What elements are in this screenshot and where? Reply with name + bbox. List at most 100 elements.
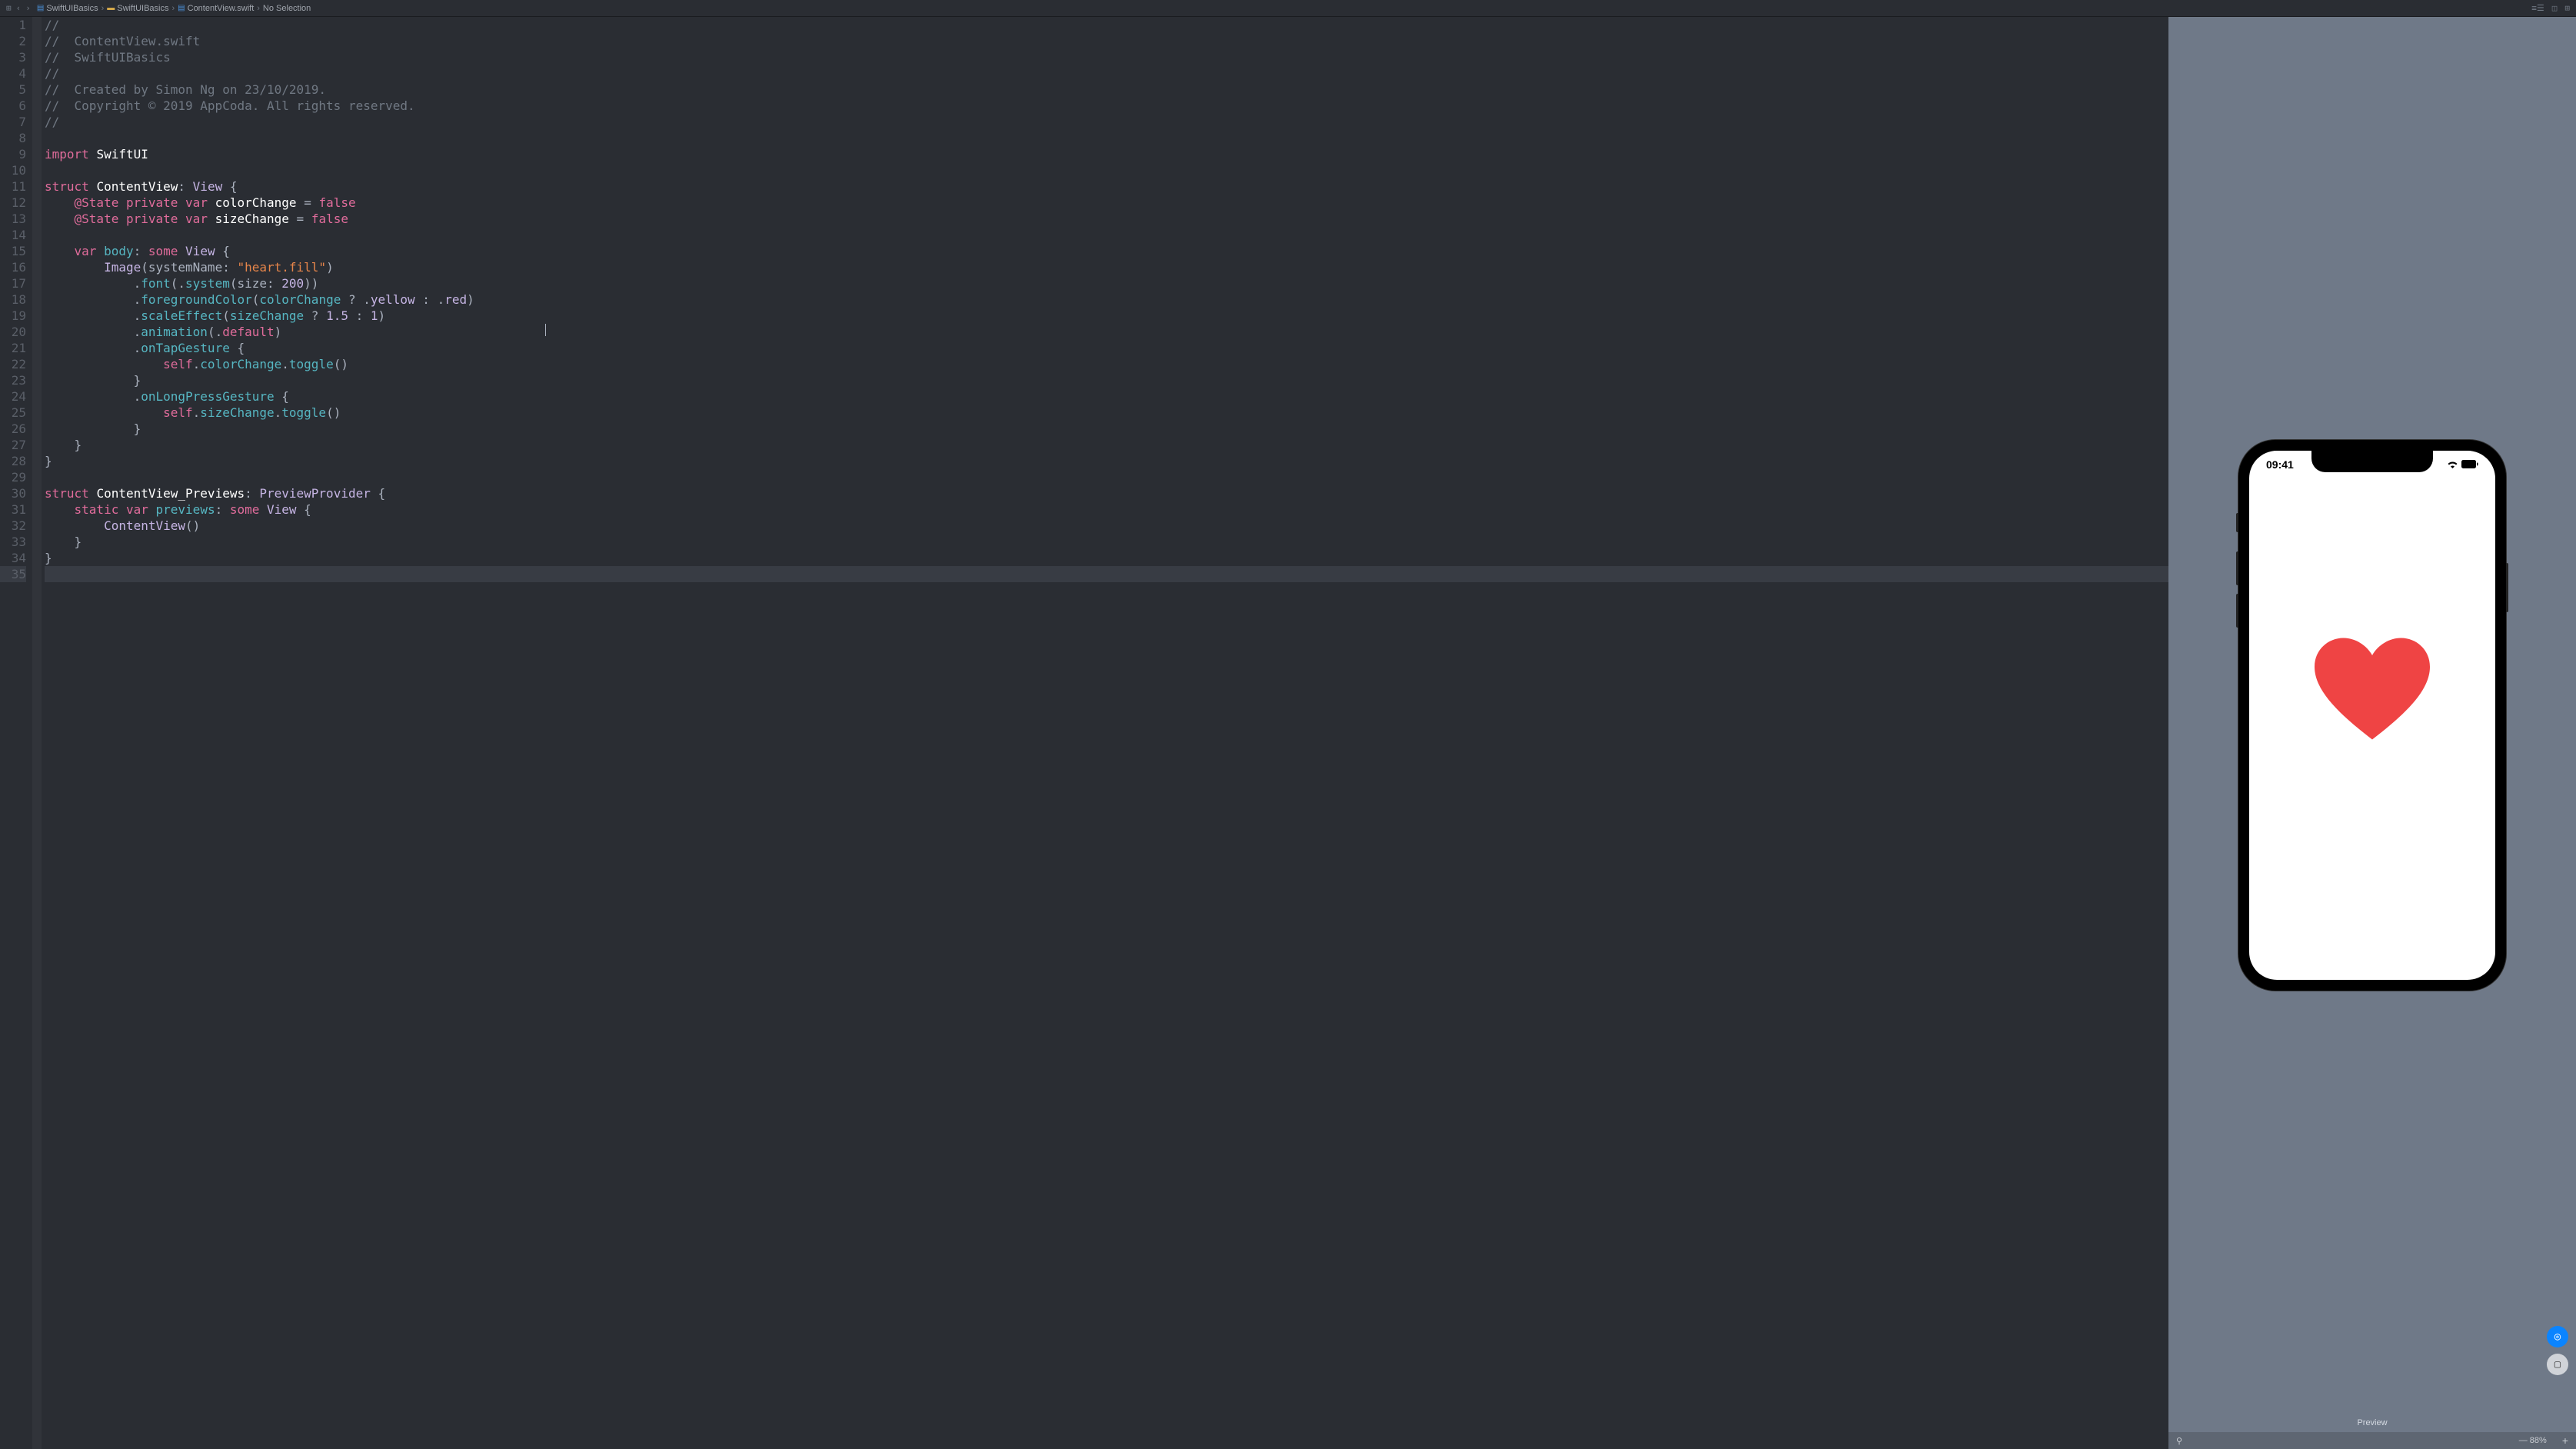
code-line[interactable]: // Created by Simon Ng on 23/10/2019.: [45, 82, 2168, 98]
code-line[interactable]: [45, 130, 2168, 146]
line-gutter: 1234567891011121314151617181920212223242…: [0, 17, 32, 1449]
code-line[interactable]: static var previews: some View {: [45, 501, 2168, 518]
live-preview-button[interactable]: ◎: [2547, 1326, 2568, 1347]
line-number: 18: [0, 291, 26, 308]
code-line[interactable]: //: [45, 17, 2168, 33]
code-line[interactable]: }: [45, 372, 2168, 388]
line-number: 19: [0, 308, 26, 324]
nav-back-icon[interactable]: ‹: [16, 3, 22, 13]
line-number: 8: [0, 130, 26, 146]
code-line[interactable]: self.colorChange.toggle(): [45, 356, 2168, 372]
line-number: 1: [0, 17, 26, 33]
line-number: 10: [0, 162, 26, 178]
code-line[interactable]: [45, 227, 2168, 243]
pin-icon[interactable]: ⚲: [2176, 1436, 2182, 1446]
code-line[interactable]: //: [45, 65, 2168, 82]
code-line[interactable]: // ContentView.swift: [45, 33, 2168, 49]
line-number: 2: [0, 33, 26, 49]
line-number: 6: [0, 98, 26, 114]
line-number: 5: [0, 82, 26, 98]
nav-forward-icon[interactable]: ›: [25, 3, 31, 13]
text-cursor: [545, 324, 546, 336]
zoom-in-icon[interactable]: +: [2562, 1434, 2568, 1447]
breadcrumb-item-file[interactable]: ▤ ContentView.swift: [178, 4, 254, 13]
line-number: 29: [0, 469, 26, 485]
line-number: 34: [0, 550, 26, 566]
code-line[interactable]: }: [45, 453, 2168, 469]
line-number: 28: [0, 453, 26, 469]
line-number: 11: [0, 178, 26, 195]
breadcrumb-item-selection[interactable]: No Selection: [263, 4, 311, 13]
swift-file-icon: ▤: [37, 4, 44, 12]
code-line[interactable]: .foregroundColor(colorChange ? .yellow :…: [45, 291, 2168, 308]
code-line[interactable]: [45, 162, 2168, 178]
code-line[interactable]: }: [45, 437, 2168, 453]
code-area[interactable]: //// ContentView.swift// SwiftUIBasics//…: [42, 17, 2168, 1449]
breadcrumb-item-folder[interactable]: ▬ SwiftUIBasics: [107, 4, 168, 13]
line-number: 3: [0, 49, 26, 65]
line-number: 4: [0, 65, 26, 82]
adjust-editor-icon[interactable]: ≡☰: [2531, 3, 2544, 13]
code-line[interactable]: }: [45, 550, 2168, 566]
code-line[interactable]: .font(.system(size: 200)): [45, 275, 2168, 291]
breadcrumb-item-project[interactable]: ▤ SwiftUIBasics: [37, 4, 98, 13]
breadcrumb-label: ContentView.swift: [188, 4, 255, 13]
code-line[interactable]: [45, 469, 2168, 485]
code-line[interactable]: @State private var sizeChange = false: [45, 211, 2168, 227]
code-line[interactable]: // SwiftUIBasics: [45, 49, 2168, 65]
zoom-level[interactable]: — 88%: [2519, 1436, 2547, 1445]
preview-device-button[interactable]: ▢: [2547, 1354, 2568, 1375]
iphone-frame: 09:41: [2238, 440, 2506, 991]
wifi-icon: [2447, 458, 2458, 471]
line-number: 27: [0, 437, 26, 453]
battery-icon: [2461, 458, 2478, 471]
code-line[interactable]: }: [45, 421, 2168, 437]
code-line[interactable]: import SwiftUI: [45, 146, 2168, 162]
heart-icon[interactable]: [2315, 636, 2430, 762]
phone-volume-down: [2236, 594, 2238, 628]
code-line[interactable]: }: [45, 534, 2168, 550]
line-number: 23: [0, 372, 26, 388]
breadcrumb-label: SwiftUIBasics: [46, 4, 98, 13]
line-number: 20: [0, 324, 26, 340]
line-number: 22: [0, 356, 26, 372]
code-line[interactable]: //: [45, 114, 2168, 130]
code-line[interactable]: [45, 566, 2168, 582]
add-editor-icon[interactable]: ⊞: [2564, 3, 2570, 13]
preview-canvas[interactable]: 09:41: [2168, 17, 2576, 1414]
related-items-icon[interactable]: ⊞: [6, 3, 12, 13]
code-line[interactable]: ContentView(): [45, 518, 2168, 534]
line-number: 26: [0, 421, 26, 437]
line-number: 33: [0, 534, 26, 550]
phone-screen[interactable]: 09:41: [2249, 451, 2495, 980]
top-bar: ⊞ ‹ › ▤ SwiftUIBasics › ▬ SwiftUIBasics …: [0, 0, 2576, 17]
code-line[interactable]: .onTapGesture {: [45, 340, 2168, 356]
breadcrumb-label: SwiftUIBasics: [117, 4, 168, 13]
breadcrumb-label: No Selection: [263, 4, 311, 13]
code-line[interactable]: .animation(.default): [45, 324, 2168, 340]
phone-mute-switch: [2236, 513, 2238, 532]
preview-title: Preview: [2168, 1414, 2576, 1432]
breadcrumb-sep-icon: ›: [102, 4, 105, 13]
fold-ribbon[interactable]: [32, 17, 42, 1449]
code-line[interactable]: struct ContentView: View {: [45, 178, 2168, 195]
line-number: 14: [0, 227, 26, 243]
line-number: 13: [0, 211, 26, 227]
code-editor[interactable]: 1234567891011121314151617181920212223242…: [0, 17, 2168, 1449]
code-line[interactable]: self.sizeChange.toggle(): [45, 405, 2168, 421]
split-editor-icon[interactable]: ◫: [2552, 3, 2558, 13]
status-bar: 09:41: [2249, 458, 2495, 471]
breadcrumb: ▤ SwiftUIBasics › ▬ SwiftUIBasics › ▤ Co…: [37, 4, 311, 13]
line-number: 32: [0, 518, 26, 534]
code-line[interactable]: Image(systemName: "heart.fill"): [45, 259, 2168, 275]
status-time: 09:41: [2266, 458, 2294, 471]
folder-icon: ▬: [107, 4, 115, 12]
code-line[interactable]: var body: some View {: [45, 243, 2168, 259]
line-number: 31: [0, 501, 26, 518]
code-line[interactable]: .onLongPressGesture {: [45, 388, 2168, 405]
phone-power-button: [2506, 563, 2508, 612]
code-line[interactable]: .scaleEffect(sizeChange ? 1.5 : 1): [45, 308, 2168, 324]
code-line[interactable]: @State private var colorChange = false: [45, 195, 2168, 211]
code-line[interactable]: // Copyright © 2019 AppCoda. All rights …: [45, 98, 2168, 114]
code-line[interactable]: struct ContentView_Previews: PreviewProv…: [45, 485, 2168, 501]
